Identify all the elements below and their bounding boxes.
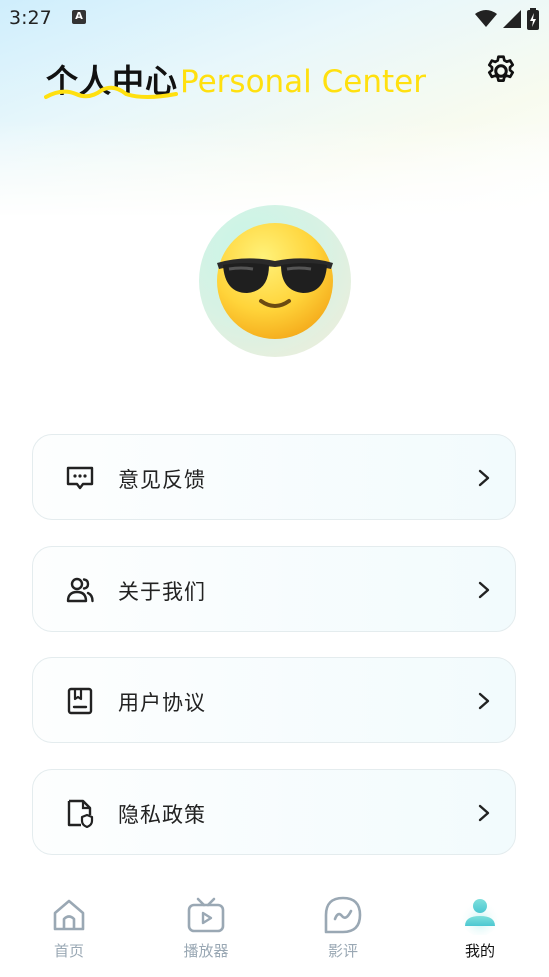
privacy-icon	[67, 799, 94, 828]
sunglasses-emoji-avatar	[217, 223, 333, 339]
menu-item-user-agreement[interactable]: 用户协议	[32, 657, 516, 743]
status-icons	[475, 8, 539, 30]
tab-home[interactable]: 首页	[14, 877, 124, 972]
notification-icon: A	[72, 10, 86, 24]
tab-player[interactable]: 播放器	[151, 877, 261, 972]
agreement-icon	[67, 687, 93, 715]
bottom-tab-bar: 首页 播放器 影评 我的	[0, 877, 549, 977]
home-icon	[53, 899, 85, 931]
avatar[interactable]	[199, 205, 351, 357]
chevron-right-icon	[478, 469, 490, 487]
menu-item-label: 意见反馈	[118, 468, 206, 492]
message-icon	[66, 466, 94, 490]
chevron-right-icon	[478, 804, 490, 822]
tab-reviews[interactable]: 影评	[288, 877, 398, 972]
menu-item-label: 关于我们	[118, 580, 206, 604]
tab-label: 播放器	[183, 942, 229, 960]
menu-item-label: 用户协议	[118, 691, 206, 715]
menu-item-privacy-policy[interactable]: 隐私政策	[32, 769, 516, 855]
menu-item-about-us[interactable]: 关于我们	[32, 546, 516, 632]
tab-label: 影评	[327, 942, 358, 960]
page-title-en: Personal Center	[180, 64, 426, 100]
menu-item-label: 隐私政策	[118, 803, 206, 827]
settings-button[interactable]	[480, 50, 522, 92]
tab-mine[interactable]: 我的	[425, 877, 535, 972]
status-time: 3:27	[9, 7, 52, 29]
tv-icon	[187, 897, 225, 933]
menu-item-feedback[interactable]: 意见反馈	[32, 434, 516, 520]
chevron-right-icon	[478, 692, 490, 710]
tab-label: 首页	[53, 942, 84, 960]
chevron-right-icon	[478, 581, 490, 599]
review-icon	[324, 896, 362, 934]
wifi-icon	[475, 10, 497, 27]
gear-icon	[487, 55, 515, 82]
status-bar: 3:27 A	[0, 0, 549, 36]
battery-icon	[527, 8, 539, 30]
tab-label: 我的	[464, 942, 495, 960]
profile-icon	[461, 898, 499, 935]
signal-icon	[503, 10, 521, 28]
title-underline-decoration	[44, 85, 178, 99]
users-icon	[66, 577, 94, 603]
